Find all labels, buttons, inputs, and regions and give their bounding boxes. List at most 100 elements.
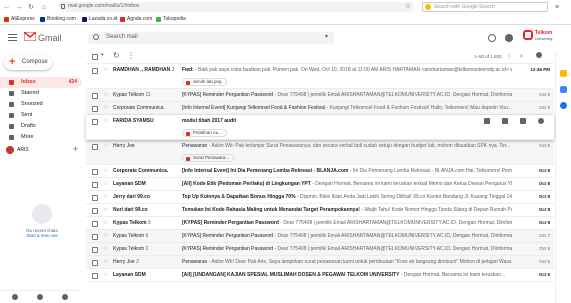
bookmark-label: Lazada.co.id <box>89 16 118 22</box>
star-icon[interactable]: ☆ <box>103 142 108 149</box>
settings-gear-icon[interactable] <box>505 34 513 42</box>
hangouts-account[interactable]: ARIS + <box>6 144 80 156</box>
star-icon[interactable]: ☆ <box>103 180 108 187</box>
email-row[interactable]: ☆ Corporate Communica. [Info Internal Eve… <box>86 102 554 115</box>
row-checkbox[interactable] <box>92 247 98 253</box>
nav-item-sent[interactable]: Sent <box>0 110 82 121</box>
star-icon[interactable]: ☆ <box>103 206 108 213</box>
row-checkbox[interactable] <box>92 169 98 175</box>
archive-icon[interactable] <box>484 118 490 124</box>
start-chat-link[interactable]: Start a new one <box>22 233 62 238</box>
more-options-icon[interactable]: ⋮ <box>127 51 135 60</box>
email-row[interactable]: ☆ Kypas Telkom 9 [KYPAS] Reminder Perganti… <box>86 217 554 230</box>
email-row[interactable]: ☆ Herry Joe Penawaran - Aslim Wb: Pak ter… <box>86 140 554 165</box>
star-icon[interactable]: ☆ <box>103 232 108 239</box>
email-row[interactable]: ☆ Layanan SDM [All] [UNDANGAN] KAJIAN SPE… <box>86 269 554 282</box>
select-all-checkbox[interactable] <box>92 54 98 60</box>
email-row[interactable]: ☆ Layanan SDM [All] Kode Etik (Pedoman Pe… <box>86 178 554 191</box>
star-icon[interactable]: ☆ <box>103 258 108 265</box>
back-icon[interactable]: ← <box>3 4 11 12</box>
star-icon[interactable]: ☆ <box>103 104 108 111</box>
add-chat-icon[interactable]: + <box>73 144 78 154</box>
row-checkbox[interactable] <box>92 182 98 188</box>
compose-button[interactable]: + Compose <box>4 55 52 70</box>
date: Oct 5 <box>538 272 550 277</box>
email-row[interactable]: ☆ Jerry dari 99.co Top Up Koinnya & Dapat… <box>86 191 554 204</box>
tasks-icon[interactable] <box>560 102 567 109</box>
row-checkbox[interactable] <box>92 260 98 266</box>
search-options-icon[interactable]: ▾ <box>325 33 328 40</box>
row-checkbox[interactable] <box>92 106 98 112</box>
refresh-icon[interactable]: ↻ <box>113 51 120 60</box>
email-body: Temukan Ini Kode Rahasia Maling untuk Me… <box>182 207 512 213</box>
chat-icon[interactable] <box>37 294 43 300</box>
row-checkbox[interactable] <box>92 195 98 201</box>
star-icon[interactable]: ☆ <box>103 66 108 73</box>
attachment-chip[interactable]: Surat Penawara... <box>182 154 235 162</box>
help-icon[interactable] <box>488 34 496 42</box>
sender: Layanan SDM <box>113 272 179 278</box>
browser-menu-icon[interactable]: ≡ <box>553 4 561 12</box>
phone-icon[interactable] <box>62 294 68 300</box>
nav-item-drafts[interactable]: Drafts <box>0 121 82 132</box>
star-icon[interactable]: ☆ <box>103 271 108 278</box>
subject: [KYPAS] Reminder Pergantian Password <box>182 233 274 239</box>
nav-item-starred[interactable]: Starred <box>0 88 82 99</box>
row-checkbox[interactable] <box>92 119 98 125</box>
bookmark-aliexpress[interactable]: AliExpress <box>4 16 35 22</box>
email-row[interactable]: ☆ Kypas Telkom 6 [KYPAS] Reminder Perganti… <box>86 230 554 243</box>
bookmark-star-icon[interactable]: ☆ <box>405 2 411 10</box>
bookmark-tokopedia[interactable]: Tokopedia <box>156 16 186 22</box>
email-row[interactable]: ☆ Corporate Communica. [Info Internal Eve… <box>86 165 554 178</box>
row-checkbox[interactable] <box>92 93 98 99</box>
email-row[interactable]: ☆ Herry Joe 2 Penawaran - Aslim Wb! Dear P… <box>86 256 554 269</box>
reload-icon[interactable]: ↻ <box>27 4 35 12</box>
nav-item-inbox[interactable]: Inbox 424 <box>0 77 82 88</box>
pagination-text: 1–50 of 1,603 <box>474 54 502 59</box>
nav-item-snoozed[interactable]: Snoozed <box>0 99 82 110</box>
search-icon[interactable] <box>93 34 99 40</box>
star-icon[interactable]: ☆ <box>103 219 108 226</box>
calendar-icon[interactable] <box>560 70 567 77</box>
star-icon[interactable]: ☆ <box>103 117 108 124</box>
row-checkbox[interactable] <box>92 273 98 279</box>
email-body: [All] Kode Etik (Pedoman Perilaku) di Li… <box>182 181 512 187</box>
star-icon[interactable]: ☆ <box>103 245 108 252</box>
row-checkbox[interactable] <box>92 144 98 150</box>
bookmark-booking[interactable]: Booking.com <box>40 16 76 22</box>
row-checkbox[interactable] <box>92 68 98 74</box>
email-row[interactable]: ☆ FARIDA SYAMSU modul tibah 2017 audit Pel… <box>86 115 554 140</box>
prev-page-icon[interactable]: ‹ <box>508 51 511 60</box>
attachment-chip[interactable]: Pelatihan Au... <box>182 129 228 137</box>
address-bar[interactable]: mail.google.com/mail/u/1/#inbox ☆ <box>58 2 414 12</box>
star-icon[interactable]: ☆ <box>103 193 108 200</box>
email-row[interactable]: ☆ RAMDHAN ., RAMDHAN 3 Fwd: - Baik pak say… <box>86 64 554 89</box>
home-icon[interactable]: ⌂ <box>40 4 48 12</box>
snooze-icon[interactable] <box>538 118 544 124</box>
browser-search-box[interactable]: Search with Google Search <box>422 2 548 12</box>
forward-icon[interactable]: → <box>15 4 23 12</box>
email-row[interactable]: ☆ Kypas Telkom 11 [KYPAS] Reminder Pergant… <box>86 89 554 102</box>
main-menu-icon[interactable] <box>8 34 17 42</box>
person-icon[interactable] <box>12 294 18 300</box>
email-row[interactable]: ☆ Nuri dari 99.co Temukan Ini Kode Rahasi… <box>86 204 554 217</box>
email-row[interactable]: ☆ Kypas Telkom 3 [KYPAS] Reminder Perganti… <box>86 243 554 256</box>
bookmark-agoda[interactable]: Agoda.com <box>120 16 152 22</box>
date: Oct 7 <box>539 233 550 238</box>
nav-item-more[interactable]: More <box>0 132 82 143</box>
bookmark-lazada[interactable]: Lazada.co.id <box>82 16 117 22</box>
row-checkbox[interactable] <box>92 208 98 214</box>
delete-icon[interactable] <box>502 118 508 124</box>
next-page-icon[interactable]: › <box>520 51 523 60</box>
select-dropdown-icon[interactable]: ▾ <box>101 52 104 58</box>
mark-read-icon[interactable] <box>520 118 526 124</box>
star-icon[interactable]: ☆ <box>103 167 108 174</box>
search-mail-bar[interactable]: Search mail ▾ <box>88 32 334 44</box>
row-checkbox[interactable] <box>92 234 98 240</box>
row-checkbox[interactable] <box>92 221 98 227</box>
settings-icon[interactable] <box>536 52 542 58</box>
keep-icon[interactable] <box>560 86 567 93</box>
search-input[interactable]: Search mail <box>106 34 138 40</box>
attachment-chip[interactable]: denah lab.png <box>182 78 227 86</box>
star-icon[interactable]: ☆ <box>103 91 108 98</box>
